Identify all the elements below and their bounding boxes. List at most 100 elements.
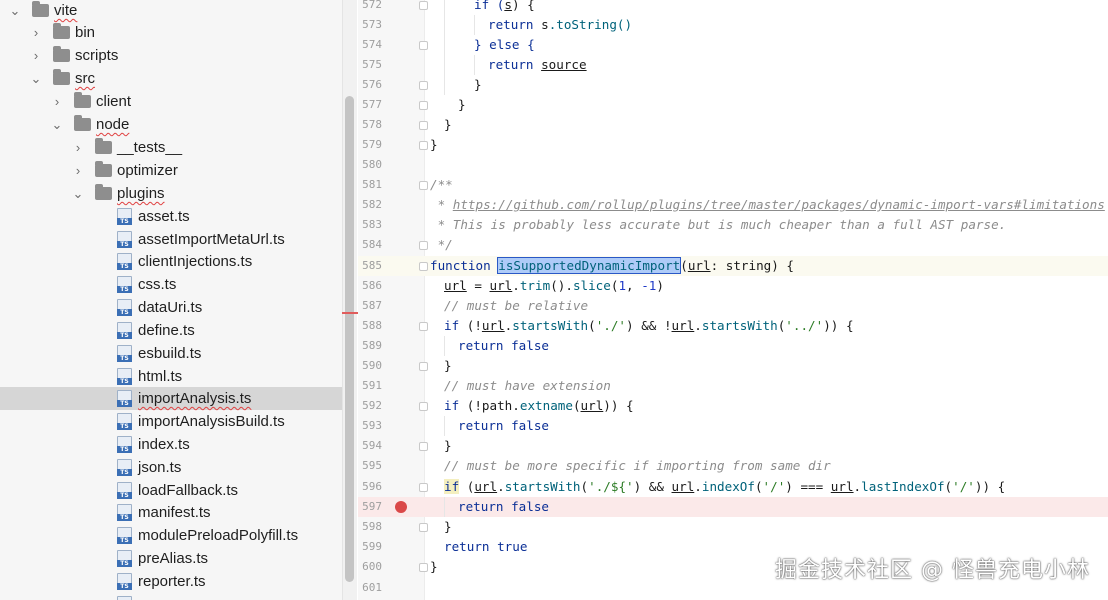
method-call: trim: [519, 278, 551, 293]
typescript-file-icon: TS: [117, 231, 132, 248]
folder-icon: [53, 69, 70, 85]
code-line[interactable]: 594 }: [358, 436, 1108, 456]
tree-file-partial[interactable]: [0, 593, 342, 600]
code-line[interactable]: 596 if (url.startsWith('./${') && url.in…: [358, 477, 1108, 497]
fold-marker-icon[interactable]: [419, 483, 428, 492]
tree-file-datauri[interactable]: TS dataUri.ts: [0, 296, 342, 319]
fold-marker-icon[interactable]: [419, 402, 428, 411]
code-line[interactable]: 582 * https://github.com/rollup/plugins/…: [358, 195, 1108, 215]
tree-file-manifest[interactable]: TS manifest.ts: [0, 501, 342, 524]
code-line[interactable]: 581 /**: [358, 175, 1108, 195]
chevron-down-icon[interactable]: ⌄: [8, 0, 22, 22]
tree-folder-plugins[interactable]: ⌄ plugins: [0, 182, 342, 205]
fold-marker-icon[interactable]: [419, 81, 428, 90]
code-line[interactable]: 579 }: [358, 135, 1108, 155]
code-line[interactable]: 589 return false: [358, 336, 1108, 356]
fold-marker-icon[interactable]: [419, 262, 428, 271]
code-line[interactable]: 573 return s.toString(): [358, 15, 1108, 35]
typescript-file-icon: TS: [117, 459, 132, 476]
chevron-right-icon[interactable]: ›: [29, 44, 43, 67]
tree-file-label: importAnalysis.ts: [138, 390, 252, 407]
code-line[interactable]: 595 // must be more specific if importin…: [358, 456, 1108, 476]
tree-file-esbuild[interactable]: TS esbuild.ts: [0, 342, 342, 365]
line-number: 596: [362, 480, 382, 493]
fold-marker-icon[interactable]: [419, 141, 428, 150]
code-line[interactable]: 574 } else {: [358, 35, 1108, 55]
code-line[interactable]: 586 url = url.trim().slice(1, -1): [358, 276, 1108, 296]
tree-folder-optimizer[interactable]: › optimizer: [0, 159, 342, 182]
doc-comment-link[interactable]: https://github.com/rollup/plugins/tree/m…: [453, 197, 1105, 212]
code-line[interactable]: 583 * This is probably less accurate but…: [358, 215, 1108, 235]
code-line[interactable]: 590 }: [358, 356, 1108, 376]
code-line[interactable]: 592 if (!path.extname(url)) {: [358, 396, 1108, 416]
doc-comment: *: [430, 197, 453, 212]
tree-folder-bin[interactable]: › bin: [0, 21, 342, 44]
tree-file-asset[interactable]: TS asset.ts: [0, 205, 342, 228]
tree-file-assetimportmetaurl[interactable]: TS assetImportMetaUrl.ts: [0, 228, 342, 251]
code-line-current[interactable]: 585 function isSupportedDynamicImport(ur…: [358, 256, 1108, 277]
tree-file-html[interactable]: TS html.ts: [0, 365, 342, 388]
tree-file-importanalysisbuild[interactable]: TS importAnalysisBuild.ts: [0, 410, 342, 433]
code-line[interactable]: 572 if (s) {: [358, 0, 1108, 15]
tree-file-modulepreloadpolyfill[interactable]: TS modulePreloadPolyfill.ts: [0, 524, 342, 547]
chevron-right-icon[interactable]: ›: [50, 90, 64, 113]
tree-file-json[interactable]: TS json.ts: [0, 456, 342, 479]
code-line[interactable]: 593 return false: [358, 416, 1108, 436]
code-line[interactable]: 598 }: [358, 517, 1108, 537]
code-line[interactable]: 584 */: [358, 235, 1108, 255]
code-editor[interactable]: 572 if (s) { 573 return s.toString() 574…: [358, 0, 1108, 600]
tree-file-define[interactable]: TS define.ts: [0, 319, 342, 342]
fold-marker-icon[interactable]: [419, 362, 428, 371]
chevron-right-icon[interactable]: ›: [71, 136, 85, 159]
tree-folder-node[interactable]: ⌄ node: [0, 113, 342, 136]
fold-marker-icon[interactable]: [419, 442, 428, 451]
tree-file-css[interactable]: TS css.ts: [0, 273, 342, 296]
fold-marker-icon[interactable]: [419, 523, 428, 532]
line-number: 590: [362, 359, 382, 372]
code-line[interactable]: 587 // must be relative: [358, 296, 1108, 316]
chevron-right-icon[interactable]: ›: [71, 159, 85, 182]
tree-folder-client[interactable]: › client: [0, 90, 342, 113]
fold-marker-icon[interactable]: [419, 101, 428, 110]
fold-marker-icon[interactable]: [419, 181, 428, 190]
selected-function-name[interactable]: isSupportedDynamicImport: [497, 257, 682, 274]
fold-marker-icon[interactable]: [419, 322, 428, 331]
string-literal: '../': [785, 318, 824, 333]
code-line[interactable]: 575 return source: [358, 55, 1108, 75]
line-number: 592: [362, 399, 382, 412]
tree-folder-tests[interactable]: › __tests__: [0, 136, 342, 159]
keyword-return: return: [458, 499, 504, 514]
tree-file-clientinjections[interactable]: TS clientInjections.ts: [0, 250, 342, 273]
chevron-right-icon[interactable]: ›: [29, 21, 43, 44]
code-line-breakpoint[interactable]: 597 return false: [358, 497, 1108, 518]
tree-file-importanalysis[interactable]: TS importAnalysis.ts: [0, 387, 342, 410]
code-line[interactable]: 580: [358, 155, 1108, 175]
fold-marker-icon[interactable]: [419, 563, 428, 572]
fold-marker-icon[interactable]: [419, 241, 428, 250]
identifier: url: [671, 318, 695, 333]
tree-folder-vite[interactable]: ⌄ vite: [0, 0, 342, 22]
code-line[interactable]: 588 if (!url.startsWith('./') && !url.st…: [358, 316, 1108, 336]
breakpoint-icon[interactable]: [395, 501, 407, 513]
tree-folder-src[interactable]: ⌄ src: [0, 67, 342, 90]
chevron-down-icon[interactable]: ⌄: [29, 67, 43, 90]
tree-file-index[interactable]: TS index.ts: [0, 433, 342, 456]
code-line[interactable]: 576 }: [358, 75, 1108, 95]
code-line[interactable]: 577 }: [358, 95, 1108, 115]
tree-file-prealias[interactable]: TS preAlias.ts: [0, 547, 342, 570]
fold-marker-icon[interactable]: [419, 1, 428, 10]
code-line[interactable]: 578 }: [358, 115, 1108, 135]
tree-file-loadfallback[interactable]: TS loadFallback.ts: [0, 479, 342, 502]
chevron-down-icon[interactable]: ⌄: [71, 182, 85, 205]
line-number: 575: [362, 58, 382, 71]
chevron-down-icon[interactable]: ⌄: [50, 113, 64, 136]
method-call: .toString(): [548, 17, 633, 32]
fold-marker-icon[interactable]: [419, 121, 428, 130]
folder-icon: [53, 23, 70, 39]
tree-scrollbar-thumb[interactable]: [345, 96, 354, 582]
code-text: (: [459, 479, 475, 494]
code-line[interactable]: 591 // must have extension: [358, 376, 1108, 396]
tree-file-reporter[interactable]: TS reporter.ts: [0, 570, 342, 593]
tree-folder-scripts[interactable]: › scripts: [0, 44, 342, 67]
fold-marker-icon[interactable]: [419, 41, 428, 50]
